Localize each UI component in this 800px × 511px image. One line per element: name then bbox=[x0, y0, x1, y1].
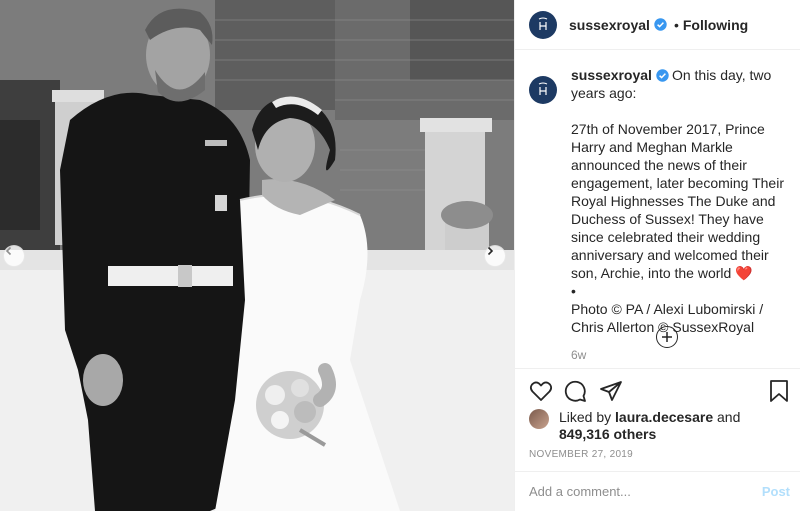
like-button[interactable] bbox=[529, 379, 553, 406]
separator-dot: • bbox=[673, 16, 679, 33]
previous-photo-button[interactable] bbox=[3, 245, 25, 267]
header-username[interactable]: sussexroyal bbox=[569, 17, 650, 33]
action-icons-bar bbox=[529, 379, 790, 405]
likes-and: and bbox=[717, 409, 741, 425]
likes-summary: Liked by laura.decesare and 849,316 othe… bbox=[529, 409, 740, 443]
photo-credit: Photo © PA / Alexi Lubomirski / Chris Al… bbox=[571, 301, 764, 335]
likes-text: Liked by laura.decesare and 849,316 othe… bbox=[559, 409, 740, 443]
account-avatar[interactable] bbox=[529, 10, 557, 39]
save-button[interactable] bbox=[768, 379, 790, 406]
comment-button[interactable] bbox=[563, 379, 587, 406]
heart-outline-icon bbox=[529, 381, 553, 401]
bookmark-icon bbox=[770, 380, 788, 402]
post-photo[interactable] bbox=[0, 0, 514, 511]
caption-bullet: • bbox=[571, 283, 576, 299]
caption-username[interactable]: sussexroyal bbox=[571, 67, 652, 83]
post-comment-button[interactable]: Post bbox=[762, 484, 790, 499]
caption-avatar[interactable] bbox=[529, 76, 557, 104]
monogram-logo bbox=[538, 82, 548, 95]
load-more-comments-button[interactable] bbox=[656, 326, 678, 348]
actions-section: Liked by laura.decesare and 849,316 othe… bbox=[515, 368, 800, 511]
caption-body-block: 27th of November 2017, Prince Harry and … bbox=[571, 120, 790, 282]
post-date[interactable]: NOVEMBER 27, 2019 bbox=[529, 449, 633, 460]
caption-body: 27th of November 2017, Prince Harry and … bbox=[571, 121, 784, 281]
likes-count-link[interactable]: 849,316 others bbox=[559, 426, 656, 442]
caption-text: sussexroyal On this day, two years ago: 2… bbox=[571, 66, 790, 336]
following-button[interactable]: Following bbox=[683, 17, 748, 33]
likes-prefix: Liked by bbox=[559, 409, 612, 425]
verified-badge-icon bbox=[656, 69, 669, 82]
comment-input[interactable] bbox=[529, 484, 762, 499]
plus-circle-icon bbox=[662, 332, 672, 342]
comment-bubble-icon bbox=[564, 380, 586, 402]
post-time-ago[interactable]: 6w bbox=[571, 348, 790, 362]
verified-badge-icon bbox=[654, 18, 667, 31]
wedding-photo-image bbox=[0, 0, 514, 511]
post-side-panel: sussexroyal • Following sussexroyal On th… bbox=[514, 0, 800, 511]
liker-avatar[interactable] bbox=[529, 409, 549, 429]
share-button[interactable] bbox=[599, 379, 623, 406]
paper-plane-icon bbox=[600, 381, 622, 401]
comment-row: Post bbox=[515, 471, 800, 511]
monogram-logo bbox=[538, 17, 548, 30]
chevron-right-icon bbox=[487, 246, 494, 256]
post-header: sussexroyal • Following bbox=[515, 0, 800, 50]
caption-area: sussexroyal On this day, two years ago: 2… bbox=[529, 66, 790, 362]
next-photo-button[interactable] bbox=[484, 245, 506, 267]
liked-by-user-link[interactable]: laura.decesare bbox=[615, 409, 713, 425]
heart-emoji: ❤️ bbox=[735, 265, 753, 281]
chevron-left-icon bbox=[5, 246, 12, 256]
caption-row: sussexroyal On this day, two years ago: 2… bbox=[529, 66, 790, 336]
